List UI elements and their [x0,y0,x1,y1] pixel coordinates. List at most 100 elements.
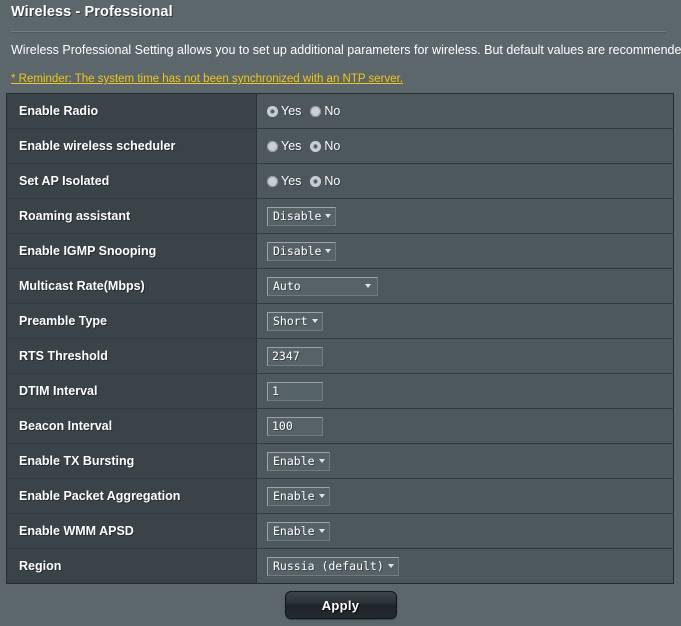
radio-button-icon[interactable] [310,175,322,187]
setting-label: Set AP Isolated [6,163,257,199]
radio-option-label: No [324,104,341,118]
chevron-down-icon [365,284,371,288]
radio-option-label: Yes [281,139,302,153]
settings-row: Multicast Rate(Mbps) Auto [6,268,674,304]
apply-button-container: Apply [0,591,681,619]
setting-value: Yes No [256,163,674,199]
chevron-down-icon [318,529,325,533]
apply-button[interactable]: Apply [284,591,397,619]
setting-label: Multicast Rate(Mbps) [6,268,257,304]
setting-value: Enable [256,443,674,479]
setting-label: Enable IGMP Snooping [6,233,257,269]
radio-button-icon[interactable] [267,175,278,187]
dropdown-select[interactable]: Auto [267,276,378,296]
title-divider [11,31,666,33]
radio-option-label: No [324,174,341,188]
radio-option-no[interactable]: No [310,174,340,188]
radio-group: Yes No [267,139,673,153]
settings-row: Region Russia (default) [6,548,674,584]
setting-value: Enable [256,513,674,549]
settings-table-body: Enable Radio Yes No Enable wireless schedul… [6,93,674,584]
setting-label: Roaming assistant [6,198,257,234]
setting-value: Short [256,303,674,339]
settings-row: Enable TX Bursting Enable [6,443,674,479]
setting-value: Yes No [256,128,674,164]
settings-row: Enable Radio Yes No [6,93,674,129]
dropdown-select[interactable]: Enable [267,451,330,471]
ntp-reminder-link[interactable]: * Reminder: The system time has not been… [11,73,403,85]
dropdown-selected-value: Disable [273,209,322,223]
chevron-down-icon [325,214,332,218]
radio-button-icon[interactable] [310,105,322,117]
settings-row: Preamble Type Short [6,303,674,339]
dropdown-select[interactable]: Enable [267,486,330,506]
chevron-down-icon [387,564,394,568]
settings-row: DTIM Interval 1 [6,373,674,409]
chevron-down-icon [311,319,318,323]
radio-button-icon[interactable] [267,140,278,152]
radio-button-icon[interactable] [310,140,322,152]
setting-label: Enable TX Bursting [6,443,257,479]
settings-row: RTS Threshold 2347 [6,338,674,374]
setting-value: 100 [256,408,674,444]
radio-option-label: Yes [281,174,302,188]
settings-row: Beacon Interval 100 [6,408,674,444]
page-title: Wireless - Professional [11,4,173,20]
chevron-down-icon [318,494,325,498]
setting-value: Russia (default) [256,548,674,584]
dropdown-selected-value: Short [273,314,308,328]
setting-label: Enable Radio [6,93,257,129]
text-input-value: 2347 [272,349,300,363]
settings-row: Roaming assistant Disable [6,198,674,234]
radio-option-yes[interactable]: Yes [267,139,301,153]
text-input[interactable]: 100 [267,416,323,436]
setting-label: Preamble Type [6,303,257,339]
setting-value: 1 [256,373,674,409]
dropdown-selected-value: Disable [273,244,322,258]
setting-value: Enable [256,478,674,514]
setting-value: Disable [256,233,674,269]
text-input[interactable]: 1 [267,381,323,401]
setting-value: Yes No [256,93,674,129]
radio-group: Yes No [267,174,673,188]
setting-label: Enable wireless scheduler [6,128,257,164]
dropdown-select[interactable]: Disable [267,206,337,226]
setting-label: Region [6,548,257,584]
settings-row: Set AP Isolated Yes No [6,163,674,199]
radio-option-label: No [324,139,341,153]
setting-label: Enable WMM APSD [6,513,257,549]
radio-group: Yes No [267,104,673,118]
chevron-down-icon [318,459,325,463]
settings-row: Enable Packet Aggregation Enable [6,478,674,514]
dropdown-selected-value: Enable [273,454,315,468]
radio-option-yes[interactable]: Yes [267,174,301,188]
settings-row: Enable wireless scheduler Yes No [6,128,674,164]
radio-option-label: Yes [281,104,302,118]
dropdown-select[interactable]: Short [267,311,323,331]
dropdown-select[interactable]: Disable [267,241,337,261]
text-input[interactable]: 2347 [267,346,323,366]
wireless-settings-table: Enable Radio Yes No Enable wireless schedul… [6,93,674,584]
dropdown-select[interactable]: Russia (default) [267,556,399,576]
chevron-down-icon [325,249,332,253]
text-input-value: 100 [272,419,293,433]
radio-option-no[interactable]: No [310,104,340,118]
setting-label: RTS Threshold [6,338,257,374]
setting-value: Disable [256,198,674,234]
radio-option-no[interactable]: No [310,139,340,153]
dropdown-select[interactable]: Enable [267,521,330,541]
setting-label: Beacon Interval [6,408,257,444]
setting-value: Auto [256,268,674,304]
dropdown-selected-value: Auto [273,279,301,293]
settings-row: Enable WMM APSD Enable [6,513,674,549]
setting-value: 2347 [256,338,674,374]
radio-option-yes[interactable]: Yes [267,104,301,118]
dropdown-selected-value: Russia (default) [273,559,384,573]
setting-label: DTIM Interval [6,373,257,409]
radio-button-icon[interactable] [267,105,278,117]
dropdown-selected-value: Enable [273,489,315,503]
page-description: Wireless Professional Setting allows you… [11,43,681,57]
dropdown-selected-value: Enable [273,524,315,538]
text-input-value: 1 [272,384,279,398]
setting-label: Enable Packet Aggregation [6,478,257,514]
